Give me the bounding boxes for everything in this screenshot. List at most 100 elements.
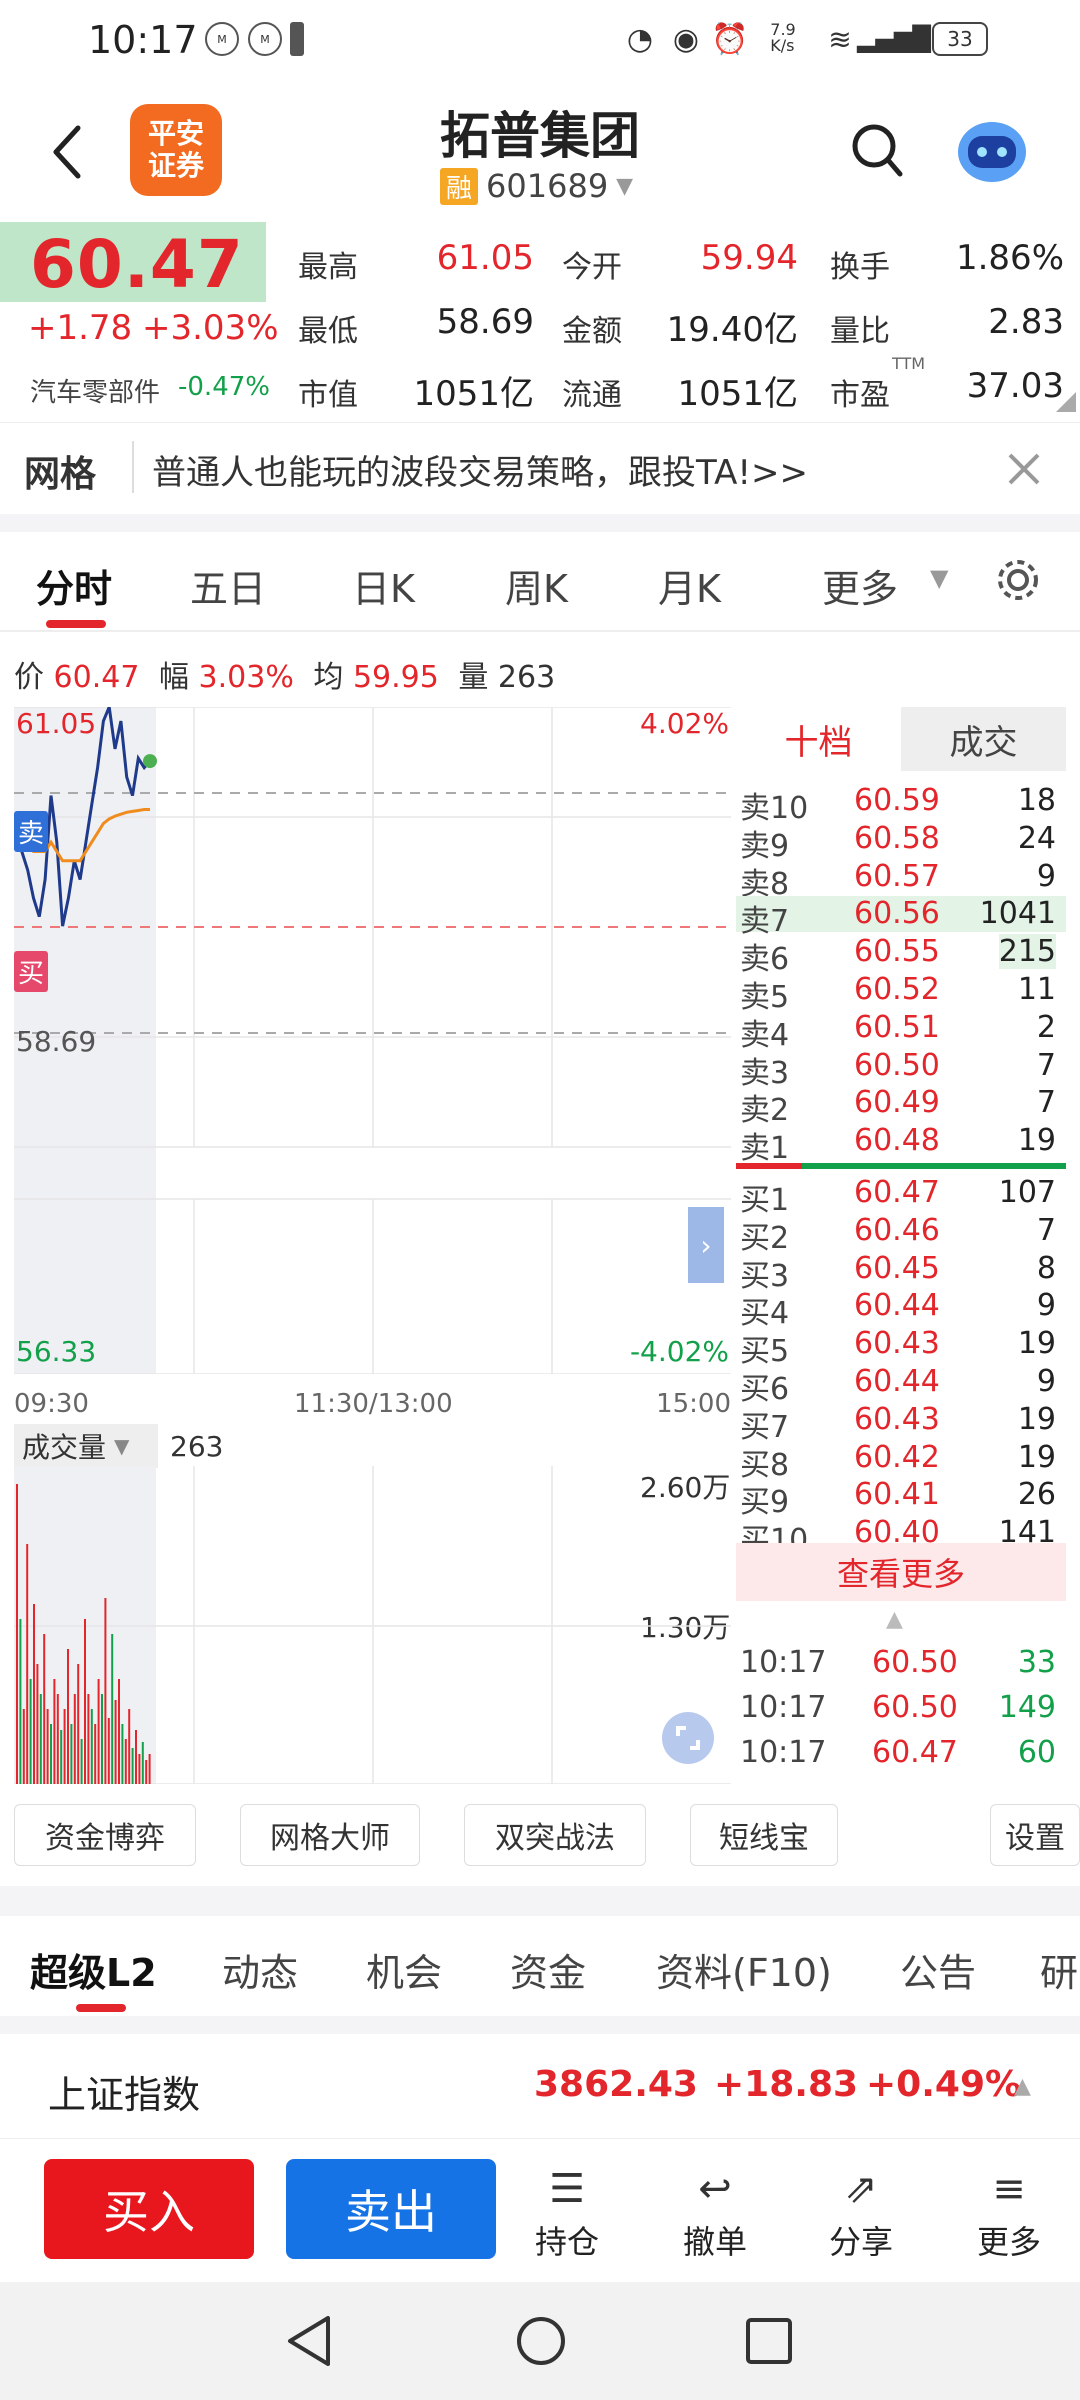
ask-row[interactable]: 卖9 60.58 24 xyxy=(736,821,1066,864)
ask-row[interactable]: 卖4 60.51 2 xyxy=(736,1009,1066,1053)
bid-row[interactable]: 买8 60.42 19 xyxy=(736,1440,1066,1483)
ask-quantity: 1041 xyxy=(979,896,1056,932)
bid-row[interactable]: 买4 60.44 9 xyxy=(736,1288,1066,1331)
buy-signal-badge[interactable]: 买 xyxy=(14,951,49,992)
fullscreen-icon[interactable] xyxy=(660,1710,716,1766)
intraday-chart[interactable]: 61.05 4.02% 58.69 56.33 -4.02% 卖 买 › 09:… xyxy=(14,707,731,1419)
volume-bar xyxy=(60,1730,63,1784)
sell-button[interactable]: 卖出 xyxy=(286,2159,496,2259)
short-line-button[interactable]: 短线宝 xyxy=(690,1804,838,1866)
expand-orderbook-button[interactable]: › xyxy=(688,1207,724,1283)
holdings-button[interactable]: ☰ 持仓 xyxy=(522,2161,612,2263)
bid-price: 60.47 xyxy=(854,1175,940,1210)
ask-row[interactable]: 卖2 60.49 7 xyxy=(736,1085,1066,1128)
ask-row[interactable]: 卖6 60.55 215 xyxy=(736,934,1066,977)
tab-opportunity[interactable]: 机会 xyxy=(366,1942,442,1997)
volume-bar xyxy=(29,1679,32,1784)
double-break-button[interactable]: 双突战法 xyxy=(464,1804,646,1866)
view-more-button[interactable]: 查看更多 xyxy=(736,1543,1066,1601)
tick-price: 60.50 xyxy=(872,1645,958,1680)
bid-row[interactable]: 买9 60.41 26 xyxy=(736,1477,1066,1520)
tick-row: 10:17 60.47 60 xyxy=(736,1735,1066,1771)
stock-name: 拓普集团 xyxy=(440,107,640,165)
sell-signal-badge[interactable]: 卖 xyxy=(14,811,49,852)
tab-more[interactable]: 更多 xyxy=(822,558,898,613)
tab-announcements[interactable]: 公告 xyxy=(900,1942,976,1997)
trade-action-bar: 买入 卖出 ☰ 持仓 ↩ 撤单 ⇗ 分享 ≡ 更多 xyxy=(0,2138,1080,2280)
chevron-up-icon: ▲ xyxy=(1014,2074,1031,2099)
more-button[interactable]: ≡ 更多 xyxy=(964,2161,1054,2263)
search-icon[interactable] xyxy=(850,122,904,182)
tab-capital[interactable]: 资金 xyxy=(510,1942,586,1997)
ask-row[interactable]: 卖1 60.48 19 xyxy=(736,1123,1066,1166)
indicator-dropdown[interactable]: 成交量 ▼ xyxy=(14,1424,158,1468)
tab-five-day[interactable]: 五日 xyxy=(190,558,266,613)
tab-daily[interactable]: 日K xyxy=(352,558,415,613)
banner-text: 普通人也能玩的波段交易策略，跟投TA!>> xyxy=(152,453,808,493)
volume-bar xyxy=(84,1619,86,1784)
settings-button[interactable]: 设置 xyxy=(990,1804,1080,1866)
bid-quantity: 7 xyxy=(1036,1212,1056,1248)
tab-ten-levels[interactable]: 十档 xyxy=(736,707,901,771)
chart-top-pct: 4.02% xyxy=(640,707,729,740)
volume-bar xyxy=(22,1709,25,1784)
bid-row[interactable]: 买2 60.46 7 xyxy=(736,1212,1066,1256)
ask-quantity: 11 xyxy=(1017,972,1056,1007)
chart-low-price: 58.69 xyxy=(16,1025,97,1058)
cancel-order-button[interactable]: ↩ 撤单 xyxy=(670,2161,760,2263)
tab-weekly[interactable]: 周K xyxy=(505,558,568,613)
clock: 10:17 xyxy=(88,18,198,62)
collapse-up-icon[interactable]: ▲ xyxy=(886,1607,903,1632)
tab-super-l2[interactable]: 超级L2 xyxy=(30,1942,157,1997)
index-value: 3862.43 xyxy=(534,2064,698,2105)
ask-row[interactable]: 卖8 60.57 9 xyxy=(736,859,1066,902)
volume-chart-svg xyxy=(14,1466,731,1785)
volume-bar xyxy=(19,1619,22,1784)
bid-row[interactable]: 买5 60.43 19 xyxy=(736,1326,1066,1369)
volume-bar xyxy=(118,1679,120,1784)
close-icon[interactable] xyxy=(1006,451,1042,487)
tab-news[interactable]: 动态 xyxy=(222,1942,298,1997)
bid-quantity: 9 xyxy=(1036,1288,1056,1324)
tick-quantity: 33 xyxy=(1017,1645,1056,1680)
buy-button[interactable]: 买入 xyxy=(44,2159,254,2259)
nav-home-icon[interactable] xyxy=(514,2314,568,2368)
float-label: 流通 xyxy=(562,378,622,413)
ask-row[interactable]: 卖10 60.59 18 xyxy=(736,783,1066,826)
robot-assistant-icon[interactable] xyxy=(952,112,1032,188)
sector-pct: -0.47% xyxy=(178,372,270,402)
promo-banner[interactable]: 网格 普通人也能玩的波段交易策略，跟投TA!>> xyxy=(0,422,1080,514)
pe-value: 37.03 xyxy=(966,366,1064,406)
stock-code-selector[interactable]: 融 601689 ▼ xyxy=(440,166,633,206)
tab-trades[interactable]: 成交 xyxy=(901,707,1066,771)
ask-quantity: 2 xyxy=(1036,1009,1056,1045)
bid-price: 60.41 xyxy=(854,1477,940,1513)
volume-bar xyxy=(36,1664,39,1784)
tab-monthly[interactable]: 月K xyxy=(658,558,721,613)
tab-research[interactable]: 研 xyxy=(1040,1942,1078,1997)
expand-corner-icon[interactable] xyxy=(1056,392,1076,412)
bid-row[interactable]: 买3 60.45 8 xyxy=(736,1251,1066,1294)
network-speed: 7.9 K/s xyxy=(770,20,796,55)
share-button[interactable]: ⇗ 分享 xyxy=(816,2161,906,2263)
grid-master-button[interactable]: 网格大师 xyxy=(240,1804,420,1866)
nav-recents-icon[interactable] xyxy=(744,2316,794,2366)
intraday-chart-svg xyxy=(14,707,731,1374)
bid-row[interactable]: 买7 60.43 19 xyxy=(736,1402,1066,1445)
ask-row[interactable]: 卖3 60.50 7 xyxy=(736,1048,1066,1091)
gear-icon[interactable] xyxy=(994,556,1042,604)
order-book: 十档 成交 卖10 60.59 18 卖9 60.58 24 卖8 60.57 9 卖7 60.56… xyxy=(736,707,1066,1797)
margin-badge: 融 xyxy=(440,167,479,205)
chevron-down-icon: ▼ xyxy=(930,564,949,592)
sector-name[interactable]: 汽车零部件 xyxy=(30,372,160,409)
bid-row[interactable]: 买6 60.44 9 xyxy=(736,1364,1066,1407)
info-price: 60.47 xyxy=(53,660,140,695)
capital-game-button[interactable]: 资金博弈 xyxy=(14,1804,196,1866)
ask-row[interactable]: 卖7 60.56 1041 xyxy=(736,896,1066,939)
nav-back-icon[interactable] xyxy=(284,2314,334,2368)
index-ticker[interactable]: 上证指数 3862.43 +18.83 +0.49% ▲ xyxy=(0,2034,1080,2138)
tab-intraday[interactable]: 分时 xyxy=(36,558,112,613)
tab-f10[interactable]: 资料(F10) xyxy=(656,1942,832,1997)
bid-row[interactable]: 买1 60.47 107 xyxy=(736,1175,1066,1218)
ask-row[interactable]: 卖5 60.52 11 xyxy=(736,972,1066,1015)
